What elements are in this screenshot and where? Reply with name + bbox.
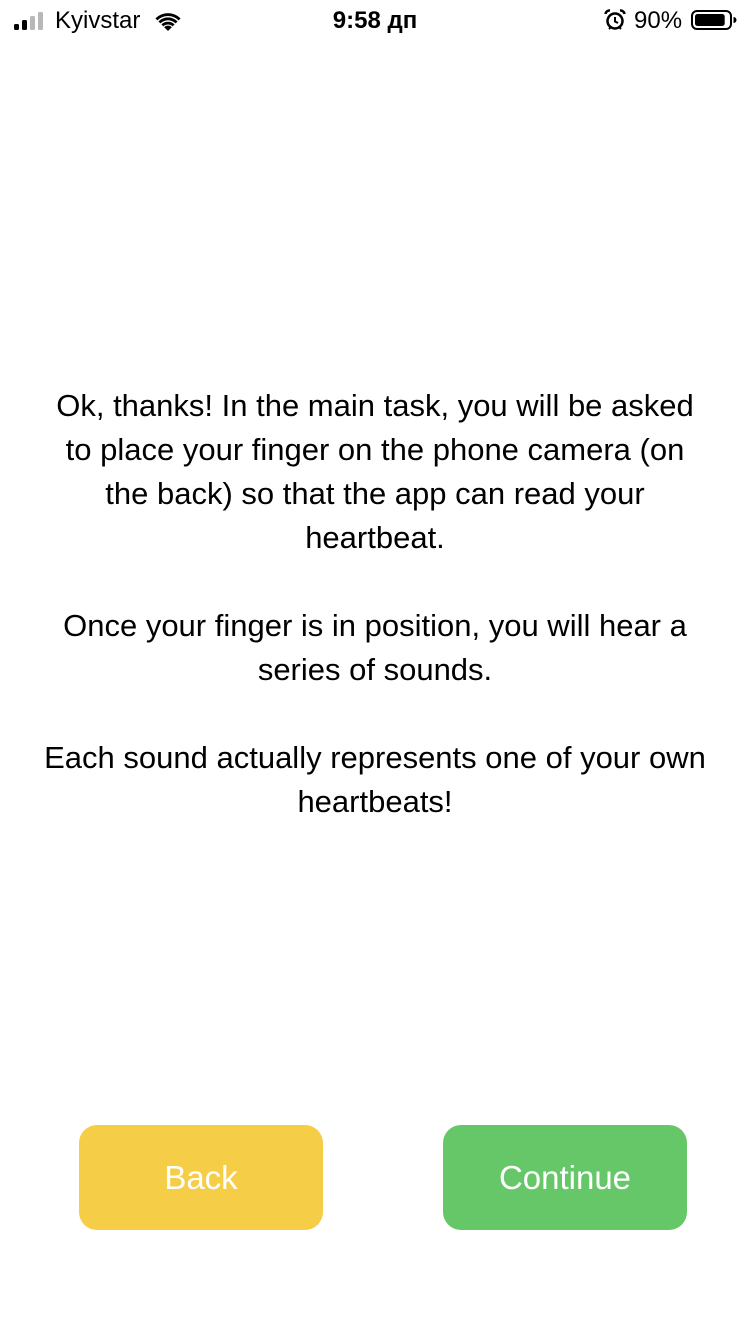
status-bar: Kyivstar 9:58 дп 90% [0, 0, 750, 40]
message-paragraph: Once your finger is in position, you wil… [63, 608, 687, 687]
message-paragraph: Each sound actually represents one of yo… [44, 740, 706, 819]
battery-percent: 90% [634, 7, 683, 34]
continue-button[interactable]: Continue [443, 1125, 687, 1230]
instruction-text: Ok, thanks! In the main task, you will b… [40, 384, 710, 824]
message-paragraph: Ok, thanks! In the main task, you will b… [56, 388, 694, 555]
back-button[interactable]: Back [79, 1125, 323, 1230]
battery-icon [691, 10, 737, 30]
alarm-icon [604, 9, 626, 30]
